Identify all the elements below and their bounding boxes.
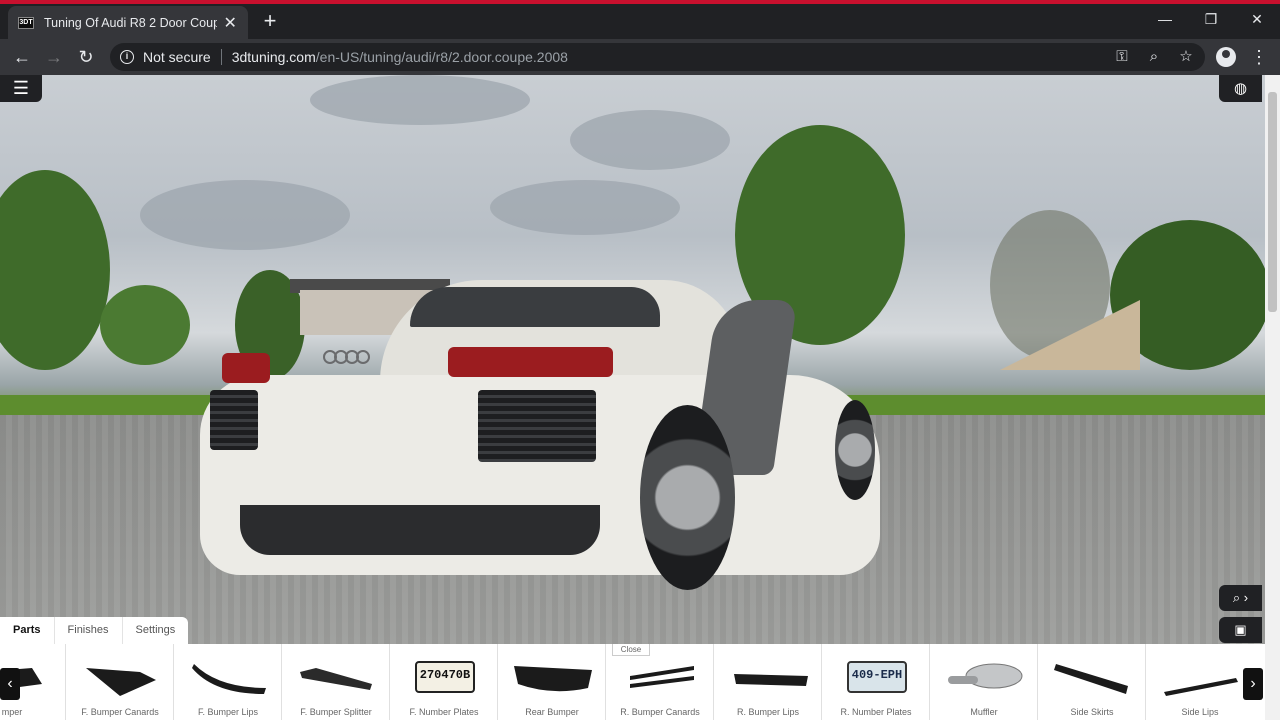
window-controls: — ❐ ✕ xyxy=(1142,4,1280,34)
car-diffuser xyxy=(240,505,600,555)
r-canards-thumbnail xyxy=(630,666,694,688)
tab-parts[interactable]: Parts xyxy=(0,617,55,644)
car-wheel-front xyxy=(835,400,875,500)
part-label: Rear Bumper xyxy=(525,707,579,717)
browser-toolbar: ← → ↻ i Not secure 3dtuning.com /en-US/t… xyxy=(0,39,1280,75)
part-item-f-bumper-canards[interactable]: F. Bumper Canards xyxy=(66,644,174,720)
url-host: 3dtuning.com xyxy=(231,49,316,65)
arrow-right-icon[interactable]: → xyxy=(42,45,66,69)
side-lips-thumbnail xyxy=(1164,678,1238,696)
part-label: F. Bumper Lips xyxy=(197,707,259,717)
favicon-icon: 3DT xyxy=(18,16,34,29)
part-label: R. Number Plates xyxy=(840,707,912,717)
tab-settings[interactable]: Settings xyxy=(123,617,189,644)
part-label: F. Number Plates xyxy=(409,707,479,717)
part-item-f-number-plates[interactable]: 270470B F. Number Plates xyxy=(390,644,498,720)
part-label: F. Bumper Canards xyxy=(81,707,159,717)
part-item-r-number-plates[interactable]: 409-EPH R. Number Plates xyxy=(822,644,930,720)
part-label: Side Lips xyxy=(1181,707,1219,717)
part-label: mper xyxy=(1,707,23,717)
skirts-thumbnail xyxy=(1054,664,1128,694)
chevron-right-icon: › xyxy=(1243,590,1249,605)
part-item-f-bumper-splitter[interactable]: F. Bumper Splitter xyxy=(282,644,390,720)
account-icon[interactable] xyxy=(1216,47,1236,67)
save-icon[interactable]: ▣ xyxy=(1219,617,1262,643)
part-label: Side Skirts xyxy=(1070,707,1114,717)
tab-finishes[interactable]: Finishes xyxy=(55,617,123,644)
part-item-side-skirts[interactable]: Side Skirts xyxy=(1038,644,1146,720)
car-rear-window xyxy=(410,287,660,327)
plus-icon[interactable]: + xyxy=(258,10,282,32)
tree xyxy=(0,170,110,370)
address-bar[interactable]: i Not secure 3dtuning.com /en-US/tuning/… xyxy=(110,43,1205,71)
cloud xyxy=(490,180,680,235)
close-panel-button[interactable]: Close xyxy=(612,644,650,656)
hamburger-icon[interactable]: ☰ xyxy=(0,75,42,102)
chevron-right-icon[interactable]: › xyxy=(1243,668,1263,700)
part-item-side-lips[interactable]: Side Lips xyxy=(1146,644,1254,720)
kebab-menu-icon[interactable]: ⋮ xyxy=(1250,45,1268,69)
car-rear-vent-right xyxy=(478,390,596,462)
car-taillight-left xyxy=(222,353,270,383)
browser-tab-bar: 3DT Tuning Of Audi R8 2 Door Coupe ✕ + —… xyxy=(0,4,1280,39)
splitter-thumbnail xyxy=(300,668,372,690)
tree xyxy=(100,285,190,365)
car-wheel-rear xyxy=(640,405,735,590)
omnibox-icons: ⚿ ⌕ ☆ xyxy=(1113,47,1195,67)
car-rear-vent-left xyxy=(210,390,258,450)
scrollbar-thumb[interactable] xyxy=(1268,92,1277,312)
canards-thumbnail xyxy=(86,668,156,696)
part-label: R. Bumper Lips xyxy=(736,707,800,717)
key-icon[interactable]: ⚿ xyxy=(1113,47,1131,67)
audi-rings-logo xyxy=(323,350,370,364)
magnifier-icon: ⌕ xyxy=(1232,590,1241,605)
security-status: Not secure xyxy=(143,49,211,65)
chevron-left-icon[interactable]: ‹ xyxy=(0,668,20,700)
window-close-icon[interactable]: ✕ xyxy=(1234,4,1280,34)
part-item-muffler[interactable]: Muffler xyxy=(930,644,1038,720)
part-label: F. Bumper Splitter xyxy=(300,707,372,717)
part-label: R. Bumper Canards xyxy=(620,707,700,717)
lips-thumbnail xyxy=(192,664,266,694)
url-path: /en-US/tuning/audi/r8/2.door.coupe.2008 xyxy=(315,49,568,65)
part-item-r-bumper-lips[interactable]: R. Bumper Lips xyxy=(714,644,822,720)
plate-text: 270470B xyxy=(419,668,471,682)
info-icon[interactable]: i xyxy=(120,50,134,64)
star-icon[interactable]: ☆ xyxy=(1177,47,1195,67)
part-item-rear-bumper[interactable]: Rear Bumper xyxy=(498,644,606,720)
r-lips-thumbnail xyxy=(734,674,808,686)
zoom-toggle-button[interactable]: ⌕ › xyxy=(1219,585,1262,611)
restore-icon[interactable]: ❐ xyxy=(1188,4,1234,34)
tab-title: Tuning Of Audi R8 2 Door Coupe xyxy=(44,15,217,30)
muffler-thumbnail xyxy=(948,663,1023,689)
minimize-icon[interactable]: — xyxy=(1142,4,1188,34)
close-icon[interactable]: ✕ xyxy=(223,13,239,33)
magnifier-icon[interactable]: ⌕ xyxy=(1145,47,1163,67)
car-taillight-right xyxy=(448,347,613,377)
url-separator xyxy=(220,49,222,65)
cloud xyxy=(140,180,350,250)
plate-text: 409-EPH xyxy=(851,668,903,682)
parts-panel-tabs: Parts Finishes Settings xyxy=(0,617,189,644)
reload-icon[interactable]: ↻ xyxy=(74,45,98,69)
cloud xyxy=(310,75,530,125)
globe-icon[interactable]: ◍ xyxy=(1219,75,1262,102)
part-item-f-bumper-lips[interactable]: F. Bumper Lips xyxy=(174,644,282,720)
browser-tab-active[interactable]: 3DT Tuning Of Audi R8 2 Door Coupe ✕ xyxy=(8,6,248,39)
part-label: Muffler xyxy=(970,707,998,717)
car-3d-viewport[interactable] xyxy=(0,75,1265,720)
rear-bumper-thumbnail xyxy=(514,666,592,692)
arrow-left-icon[interactable]: ← xyxy=(10,45,34,69)
cloud xyxy=(570,110,730,170)
